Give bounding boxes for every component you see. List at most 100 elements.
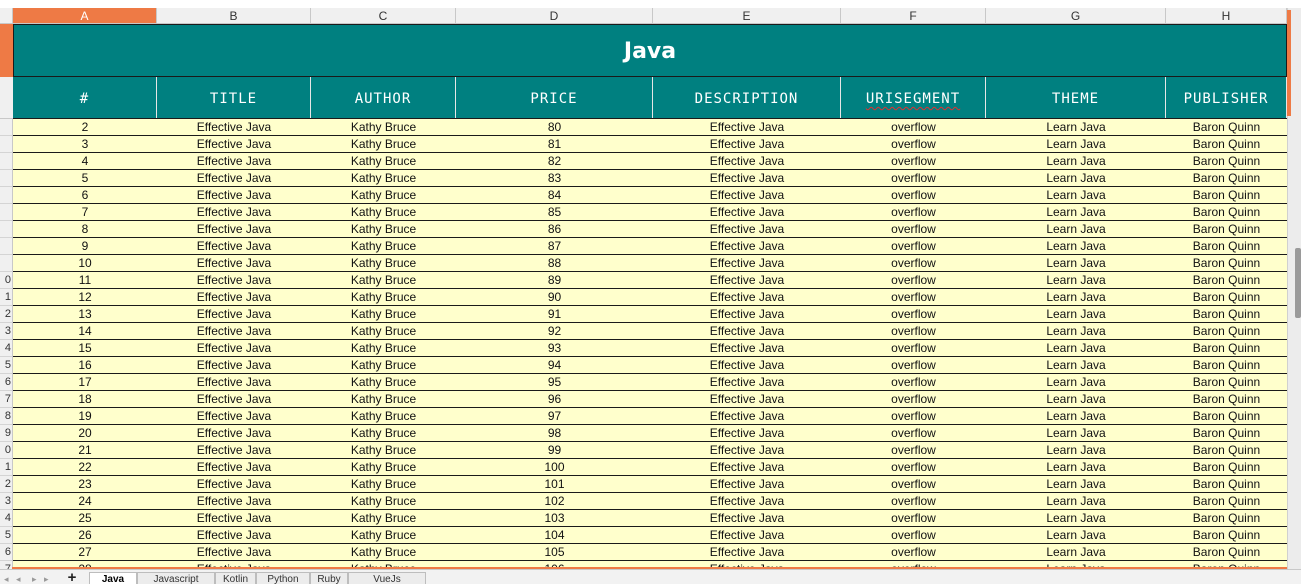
table-cell[interactable]: Learn Java [986,493,1166,509]
table-cell[interactable]: Kathy Bruce [311,323,456,339]
column-header-b[interactable]: B [157,8,311,24]
table-cell[interactable]: overflow [841,272,986,288]
table-cell[interactable]: Effective Java [157,476,311,492]
table-cell[interactable]: Learn Java [986,408,1166,424]
row-header[interactable]: 6 [0,374,12,391]
table-cell[interactable]: Kathy Bruce [311,170,456,186]
table-cell[interactable]: 85 [456,204,653,220]
table-cell[interactable]: 103 [456,510,653,526]
table-cell[interactable]: overflow [841,153,986,169]
table-cell[interactable]: 25 [13,510,157,526]
table-cell[interactable]: 2 [13,119,157,135]
table-cell[interactable]: Baron Quinn [1166,374,1287,390]
table-cell[interactable]: Kathy Bruce [311,204,456,220]
table-cell[interactable]: 83 [456,170,653,186]
tab-kotlin[interactable]: Kotlin [215,572,256,584]
table-cell[interactable]: 5 [13,170,157,186]
table-cell[interactable]: 96 [456,391,653,407]
table-cell[interactable]: 82 [456,153,653,169]
table-cell[interactable]: 95 [456,374,653,390]
table-cell[interactable]: Effective Java [653,493,841,509]
table-cell[interactable]: Effective Java [653,442,841,458]
add-sheet-icon[interactable]: + [64,570,80,584]
table-cell[interactable]: 99 [456,442,653,458]
table-cell[interactable]: 88 [456,255,653,271]
table-cell[interactable]: Learn Java [986,204,1166,220]
table-cell[interactable]: 8 [13,221,157,237]
table-cell[interactable]: Learn Java [986,544,1166,560]
vertical-scrollbar-thumb[interactable] [1295,248,1301,318]
column-header-d[interactable]: D [456,8,653,24]
table-cell[interactable]: Effective Java [653,425,841,441]
header-cell-title[interactable]: TITLE [157,77,311,118]
table-cell[interactable]: Baron Quinn [1166,510,1287,526]
table-cell[interactable]: Kathy Bruce [311,187,456,203]
table-cell[interactable]: Baron Quinn [1166,340,1287,356]
table-cell[interactable]: Effective Java [653,238,841,254]
row-header[interactable]: 1 [0,289,12,306]
table-cell[interactable]: overflow [841,306,986,322]
table-cell[interactable]: Kathy Bruce [311,425,456,441]
table-cell[interactable]: Effective Java [157,459,311,475]
table-cell[interactable]: Baron Quinn [1166,306,1287,322]
header-cell-theme[interactable]: THEME [986,77,1166,118]
table-cell[interactable]: Learn Java [986,527,1166,543]
table-cell[interactable]: overflow [841,408,986,424]
table-cell[interactable]: Learn Java [986,340,1166,356]
row-header-selected[interactable] [0,24,13,77]
row-header[interactable]: 8 [0,408,12,425]
last-sheet-icon[interactable]: ▸ [44,574,49,584]
table-cell[interactable]: Learn Java [986,442,1166,458]
row-header[interactable]: 3 [0,323,12,340]
prev-sheet-icon[interactable]: ◂ [16,574,21,584]
column-header-c[interactable]: C [311,8,456,24]
column-header-e[interactable]: E [653,8,841,24]
row-header[interactable]: 3 [0,493,12,510]
table-cell[interactable]: Effective Java [653,459,841,475]
table-cell[interactable]: Kathy Bruce [311,476,456,492]
column-header-f[interactable]: F [841,8,986,24]
table-cell[interactable]: Learn Java [986,255,1166,271]
table-cell[interactable]: Effective Java [157,153,311,169]
table-cell[interactable]: Kathy Bruce [311,544,456,560]
table-cell[interactable]: Learn Java [986,289,1166,305]
table-cell[interactable]: overflow [841,221,986,237]
tab-vuejs[interactable]: VueJs [348,572,426,584]
row-header[interactable]: 5 [0,357,12,374]
table-cell[interactable]: Baron Quinn [1166,272,1287,288]
table-cell[interactable]: Learn Java [986,425,1166,441]
row-header[interactable]: 0 [0,272,12,289]
table-cell[interactable]: 12 [13,289,157,305]
table-cell[interactable]: 86 [456,221,653,237]
table-cell[interactable]: Kathy Bruce [311,510,456,526]
table-cell[interactable]: 97 [456,408,653,424]
table-cell[interactable]: Kathy Bruce [311,493,456,509]
table-cell[interactable]: Learn Java [986,221,1166,237]
table-cell[interactable]: Baron Quinn [1166,408,1287,424]
table-cell[interactable]: Effective Java [157,221,311,237]
table-cell[interactable]: Baron Quinn [1166,136,1287,152]
row-header[interactable] [0,238,12,255]
row-header[interactable]: 2 [0,476,12,493]
tab-java[interactable]: Java [89,572,137,584]
table-cell[interactable]: 18 [13,391,157,407]
row-header[interactable] [0,204,12,221]
table-cell[interactable]: Effective Java [157,187,311,203]
row-header[interactable] [0,170,12,187]
table-cell[interactable]: Learn Java [986,510,1166,526]
table-cell[interactable]: Effective Java [653,187,841,203]
table-cell[interactable]: Kathy Bruce [311,238,456,254]
table-cell[interactable]: 9 [13,238,157,254]
table-cell[interactable]: Effective Java [157,510,311,526]
table-cell[interactable]: Effective Java [653,527,841,543]
table-cell[interactable]: Kathy Bruce [311,340,456,356]
table-cell[interactable]: 6 [13,187,157,203]
table-cell[interactable]: overflow [841,119,986,135]
table-cell[interactable]: 16 [13,357,157,373]
table-cell[interactable]: Effective Java [653,323,841,339]
table-cell[interactable]: Learn Java [986,153,1166,169]
row-header[interactable]: 9 [0,425,12,442]
table-cell[interactable]: Learn Java [986,272,1166,288]
table-cell[interactable]: Kathy Bruce [311,255,456,271]
table-cell[interactable]: overflow [841,289,986,305]
